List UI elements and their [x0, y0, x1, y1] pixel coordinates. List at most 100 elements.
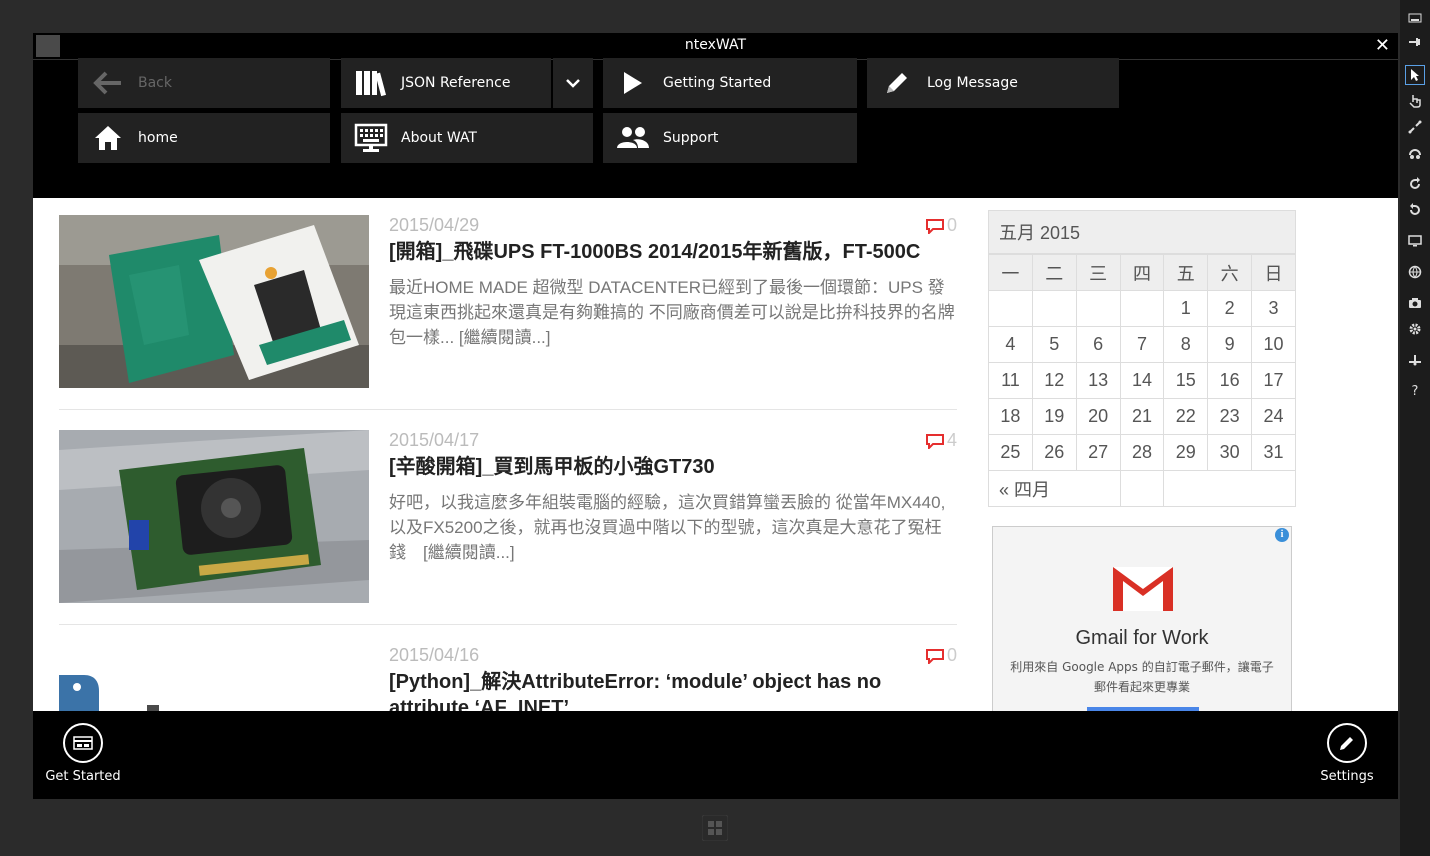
calendar-nav-row: « 四月	[988, 470, 1296, 507]
calendar-day: 1	[1163, 290, 1209, 327]
calendar-day: 23	[1207, 398, 1253, 435]
calendar-day: 7	[1119, 326, 1165, 363]
json-reference-button[interactable]: JSON Reference	[341, 58, 551, 108]
location-globe-icon[interactable]	[1405, 262, 1425, 282]
calendar-day: 4	[988, 326, 1033, 363]
play-icon	[603, 58, 663, 108]
back-arrow-icon	[78, 58, 138, 108]
get-started-button[interactable]: Get Started	[43, 723, 123, 784]
app-bar: Get Started Settings	[33, 711, 1398, 799]
network-icon[interactable]	[1405, 350, 1425, 370]
calendar-day: 17	[1251, 362, 1296, 399]
post-title[interactable]: [開箱]_飛碟UPS FT-1000BS 2014/2015年新舊版，FT-50…	[389, 239, 957, 265]
calendar-day: 20	[1075, 398, 1121, 435]
change-resolution-icon[interactable]	[1405, 231, 1425, 251]
comment-count[interactable]: 0	[925, 645, 957, 666]
gmail-logo	[1113, 567, 1173, 611]
mouse-mode-icon[interactable]	[1405, 65, 1425, 85]
comment-bubble-icon	[925, 218, 944, 234]
post-excerpt: 最近HOME MADE 超微型 DATACENTER已經到了最後一個環節：UPS…	[389, 278, 955, 347]
minimize-icon[interactable]	[1405, 8, 1425, 28]
comment-count[interactable]: 4	[925, 430, 957, 451]
nav-bar: Back JSON Reference Getting Started Log …	[33, 58, 1398, 198]
getting-started-label: Getting Started	[663, 75, 772, 91]
windows-button[interactable]	[701, 814, 729, 842]
rotate-counterclockwise-icon[interactable]	[1405, 200, 1425, 220]
calendar-day	[1119, 290, 1165, 327]
about-button[interactable]: About WAT	[341, 113, 593, 163]
post-thumbnail[interactable]	[59, 215, 369, 388]
chevron-down-icon	[566, 79, 580, 88]
comment-count[interactable]: 0	[925, 215, 957, 236]
calendar-day: 12	[1031, 362, 1077, 399]
edit-pencil-icon	[1327, 723, 1367, 763]
json-reference-dropdown[interactable]	[553, 58, 593, 108]
pin-icon[interactable]	[1405, 32, 1425, 52]
calendar-day: 6	[1075, 326, 1121, 363]
getting-started-button[interactable]: Getting Started	[603, 58, 857, 108]
rotation-touch-icon[interactable]	[1405, 143, 1425, 163]
calendar-day: 29	[1163, 434, 1209, 471]
rotate-clockwise-icon[interactable]	[1405, 174, 1425, 194]
calendar-day: 22	[1163, 398, 1209, 435]
log-message-button[interactable]: Log Message	[867, 58, 1119, 108]
ad-info-icon[interactable]: i	[1275, 528, 1289, 542]
advertisement[interactable]: i Gmail for Work 利用來自 Google Apps 的自訂電子郵…	[992, 526, 1292, 711]
touch-mode-icon[interactable]	[1405, 91, 1425, 111]
comment-bubble-icon	[925, 433, 944, 449]
json-reference-label: JSON Reference	[401, 75, 511, 91]
post-thumbnail[interactable]	[59, 430, 369, 603]
settings-button[interactable]: Settings	[1307, 723, 1387, 784]
post-title[interactable]: [Python]_解決AttributeError: ‘module’ obje…	[389, 669, 957, 711]
calendar-week-row: 4 5 6 7 8 9 10	[988, 326, 1296, 363]
calendar-table: 一二三四五六日 1 2 3 4 5 6 7 8 9 10 11 12 13 14 15 16 17 18 19 20 2…	[988, 254, 1296, 507]
calendar-weekday: 三	[1075, 254, 1121, 291]
help-icon[interactable]: ?	[1405, 381, 1425, 401]
card-icon	[63, 723, 103, 763]
close-button[interactable]: ✕	[1375, 35, 1390, 56]
calendar-day: 30	[1207, 434, 1253, 471]
calendar-week-row: 11 12 13 14 15 16 17	[988, 362, 1296, 399]
ad-title: Gmail for Work	[1075, 627, 1209, 649]
calendar-day: 15	[1163, 362, 1209, 399]
calendar-caption: 五月 2015	[988, 210, 1296, 254]
back-button[interactable]: Back	[78, 58, 330, 108]
people-icon	[603, 113, 663, 163]
calendar-day: 9	[1207, 326, 1253, 363]
simulator-toolbar: ?	[1400, 0, 1430, 856]
calendar-weekday: 一	[988, 254, 1033, 291]
pencil-icon	[867, 58, 927, 108]
post-excerpt: 好吧，以我這麼多年組裝電腦的經驗，這次買錯算蠻丟臉的 從當年MX440,以及FX…	[389, 493, 946, 562]
ad-description: 利用來自 Google Apps 的自訂電子郵件，讓電子郵件看起來更專業	[1010, 660, 1274, 694]
post-thumbnail[interactable]	[59, 645, 369, 711]
calendar-day: 2	[1207, 290, 1253, 327]
calendar-widget: 五月 2015 一二三四五六日 1 2 3 4 5 6 7 8 9 10 11 12 13 14 15 16 1…	[988, 210, 1296, 507]
post-divider	[59, 624, 957, 625]
calendar-day: 10	[1251, 326, 1296, 363]
calendar-weekday: 二	[1031, 254, 1077, 291]
calendar-day: 14	[1119, 362, 1165, 399]
get-started-label: Get Started	[45, 769, 121, 784]
comment-count-value: 0	[946, 645, 957, 665]
comment-count-value: 0	[946, 215, 957, 235]
settings-label: Settings	[1320, 769, 1374, 784]
comment-count-value: 4	[946, 430, 957, 450]
books-icon	[341, 58, 401, 108]
camera-icon[interactable]	[1405, 293, 1425, 313]
support-button[interactable]: Support	[603, 113, 857, 163]
calendar-next-month-cell	[1163, 470, 1296, 507]
about-label: About WAT	[401, 130, 477, 146]
calendar-prev-month-link[interactable]: « 四月	[988, 470, 1121, 507]
back-label: Back	[138, 75, 172, 91]
settings-gear-icon[interactable]	[1405, 319, 1425, 339]
home-button[interactable]: home	[78, 113, 330, 163]
calendar-empty-cell	[1119, 470, 1165, 507]
calendar-day: 28	[1119, 434, 1165, 471]
window-title: ntexWAT	[684, 37, 747, 53]
pinch-zoom-icon[interactable]	[1405, 117, 1425, 137]
calendar-day: 5	[1031, 326, 1077, 363]
calendar-day: 13	[1075, 362, 1121, 399]
post-title[interactable]: [辛酸開箱]_買到馬甲板的小強GT730	[389, 454, 957, 480]
calendar-day: 16	[1207, 362, 1253, 399]
windows-logo-icon	[701, 814, 729, 842]
